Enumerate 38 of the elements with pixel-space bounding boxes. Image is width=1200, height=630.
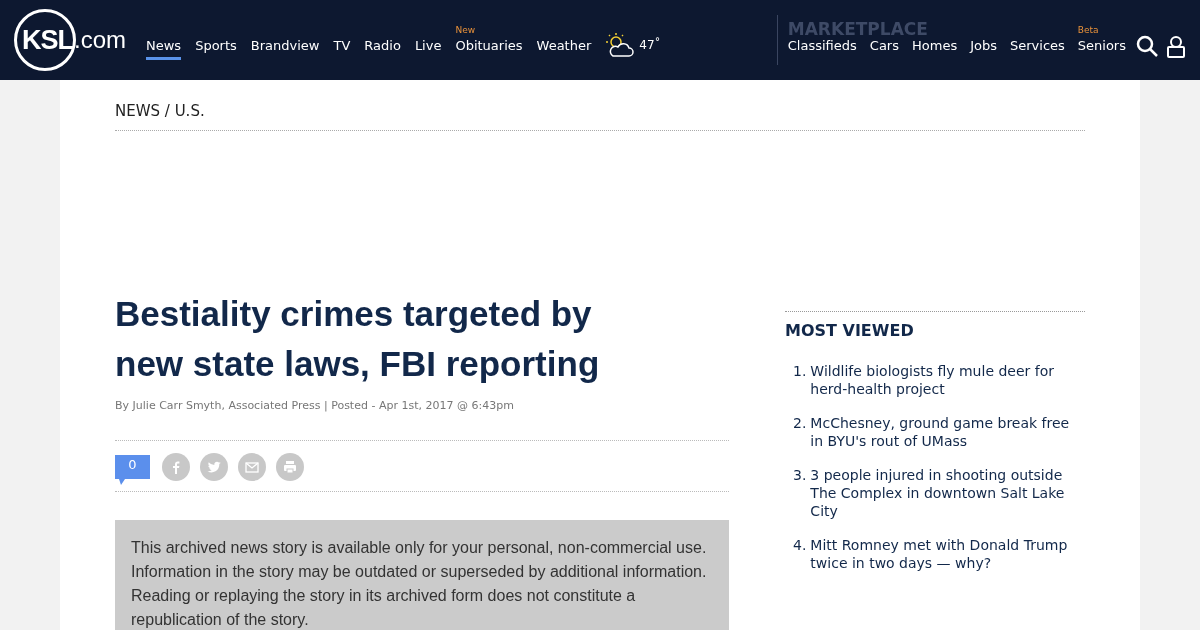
- breadcrumb: NEWS / U.S.: [115, 100, 1085, 131]
- bird-icon: [206, 459, 222, 475]
- new-label: New: [455, 25, 476, 35]
- printer-icon: [282, 459, 298, 475]
- list-number: 3.: [793, 466, 807, 485]
- marketplace-link[interactable]: Cars: [869, 38, 899, 60]
- marketplace-link[interactable]: Classifieds: [787, 38, 857, 60]
- article-headline: Bestiality crimes targeted by new state laws, FBI reporting: [115, 293, 601, 385]
- envelope-icon: [244, 459, 260, 475]
- nav-link[interactable]: TV: [333, 38, 351, 60]
- marketplace-link[interactable]: Jobs: [970, 38, 997, 60]
- article-byline: By Julie Carr Smyth, Associated Press | Posted - Apr 1st, 2017 @ 6:43pm: [115, 399, 515, 412]
- nav-link[interactable]: Weather: [536, 38, 592, 60]
- most-viewed-heading: MOST VIEWED: [785, 311, 1085, 340]
- story-link[interactable]: Mitt Romney met with Donald Trump twice in two days — why?: [810, 536, 1085, 572]
- nav-link[interactable]: Sports: [195, 38, 237, 60]
- list-number: 2.: [793, 414, 807, 433]
- list-number: 1.: [793, 362, 807, 381]
- twitter-button[interactable]: [200, 453, 228, 481]
- story-link[interactable]: McChesney, ground game break free in BYU's rout of UMass: [810, 414, 1085, 450]
- story-link[interactable]: 3 people injured in shooting outside The Complex in downtown Salt Lake City: [810, 466, 1085, 520]
- list-number: 4.: [793, 536, 807, 555]
- nav-link[interactable]: News: [146, 38, 182, 60]
- print-button[interactable]: [276, 453, 304, 481]
- temperature: 47˚: [639, 38, 661, 52]
- archive-notice: This archived news story is available only for your personal, non-commercial use. Information in the story may be outdated or superseded by additional information. Reading or replaying the story in its archived form does not constitute a republication of the story.: [115, 520, 729, 630]
- user-icon[interactable]: [1166, 34, 1186, 58]
- email-button[interactable]: [238, 453, 266, 481]
- sun-cloud-icon: [605, 32, 636, 58]
- facebook-button[interactable]: [162, 453, 190, 481]
- story-link[interactable]: Wildlife biologists fly mule deer for herd-health project: [810, 362, 1085, 398]
- marketplace-link[interactable]: Homes: [912, 38, 958, 60]
- nav-link[interactable]: Live: [414, 38, 442, 60]
- search-icon[interactable]: [1136, 34, 1158, 57]
- nav-link[interactable]: Radio: [364, 38, 401, 60]
- nav-link[interactable]: Brandview: [250, 38, 320, 60]
- marketplace-link[interactable]: Services: [1010, 38, 1065, 60]
- beta-label: Beta: [1077, 25, 1099, 35]
